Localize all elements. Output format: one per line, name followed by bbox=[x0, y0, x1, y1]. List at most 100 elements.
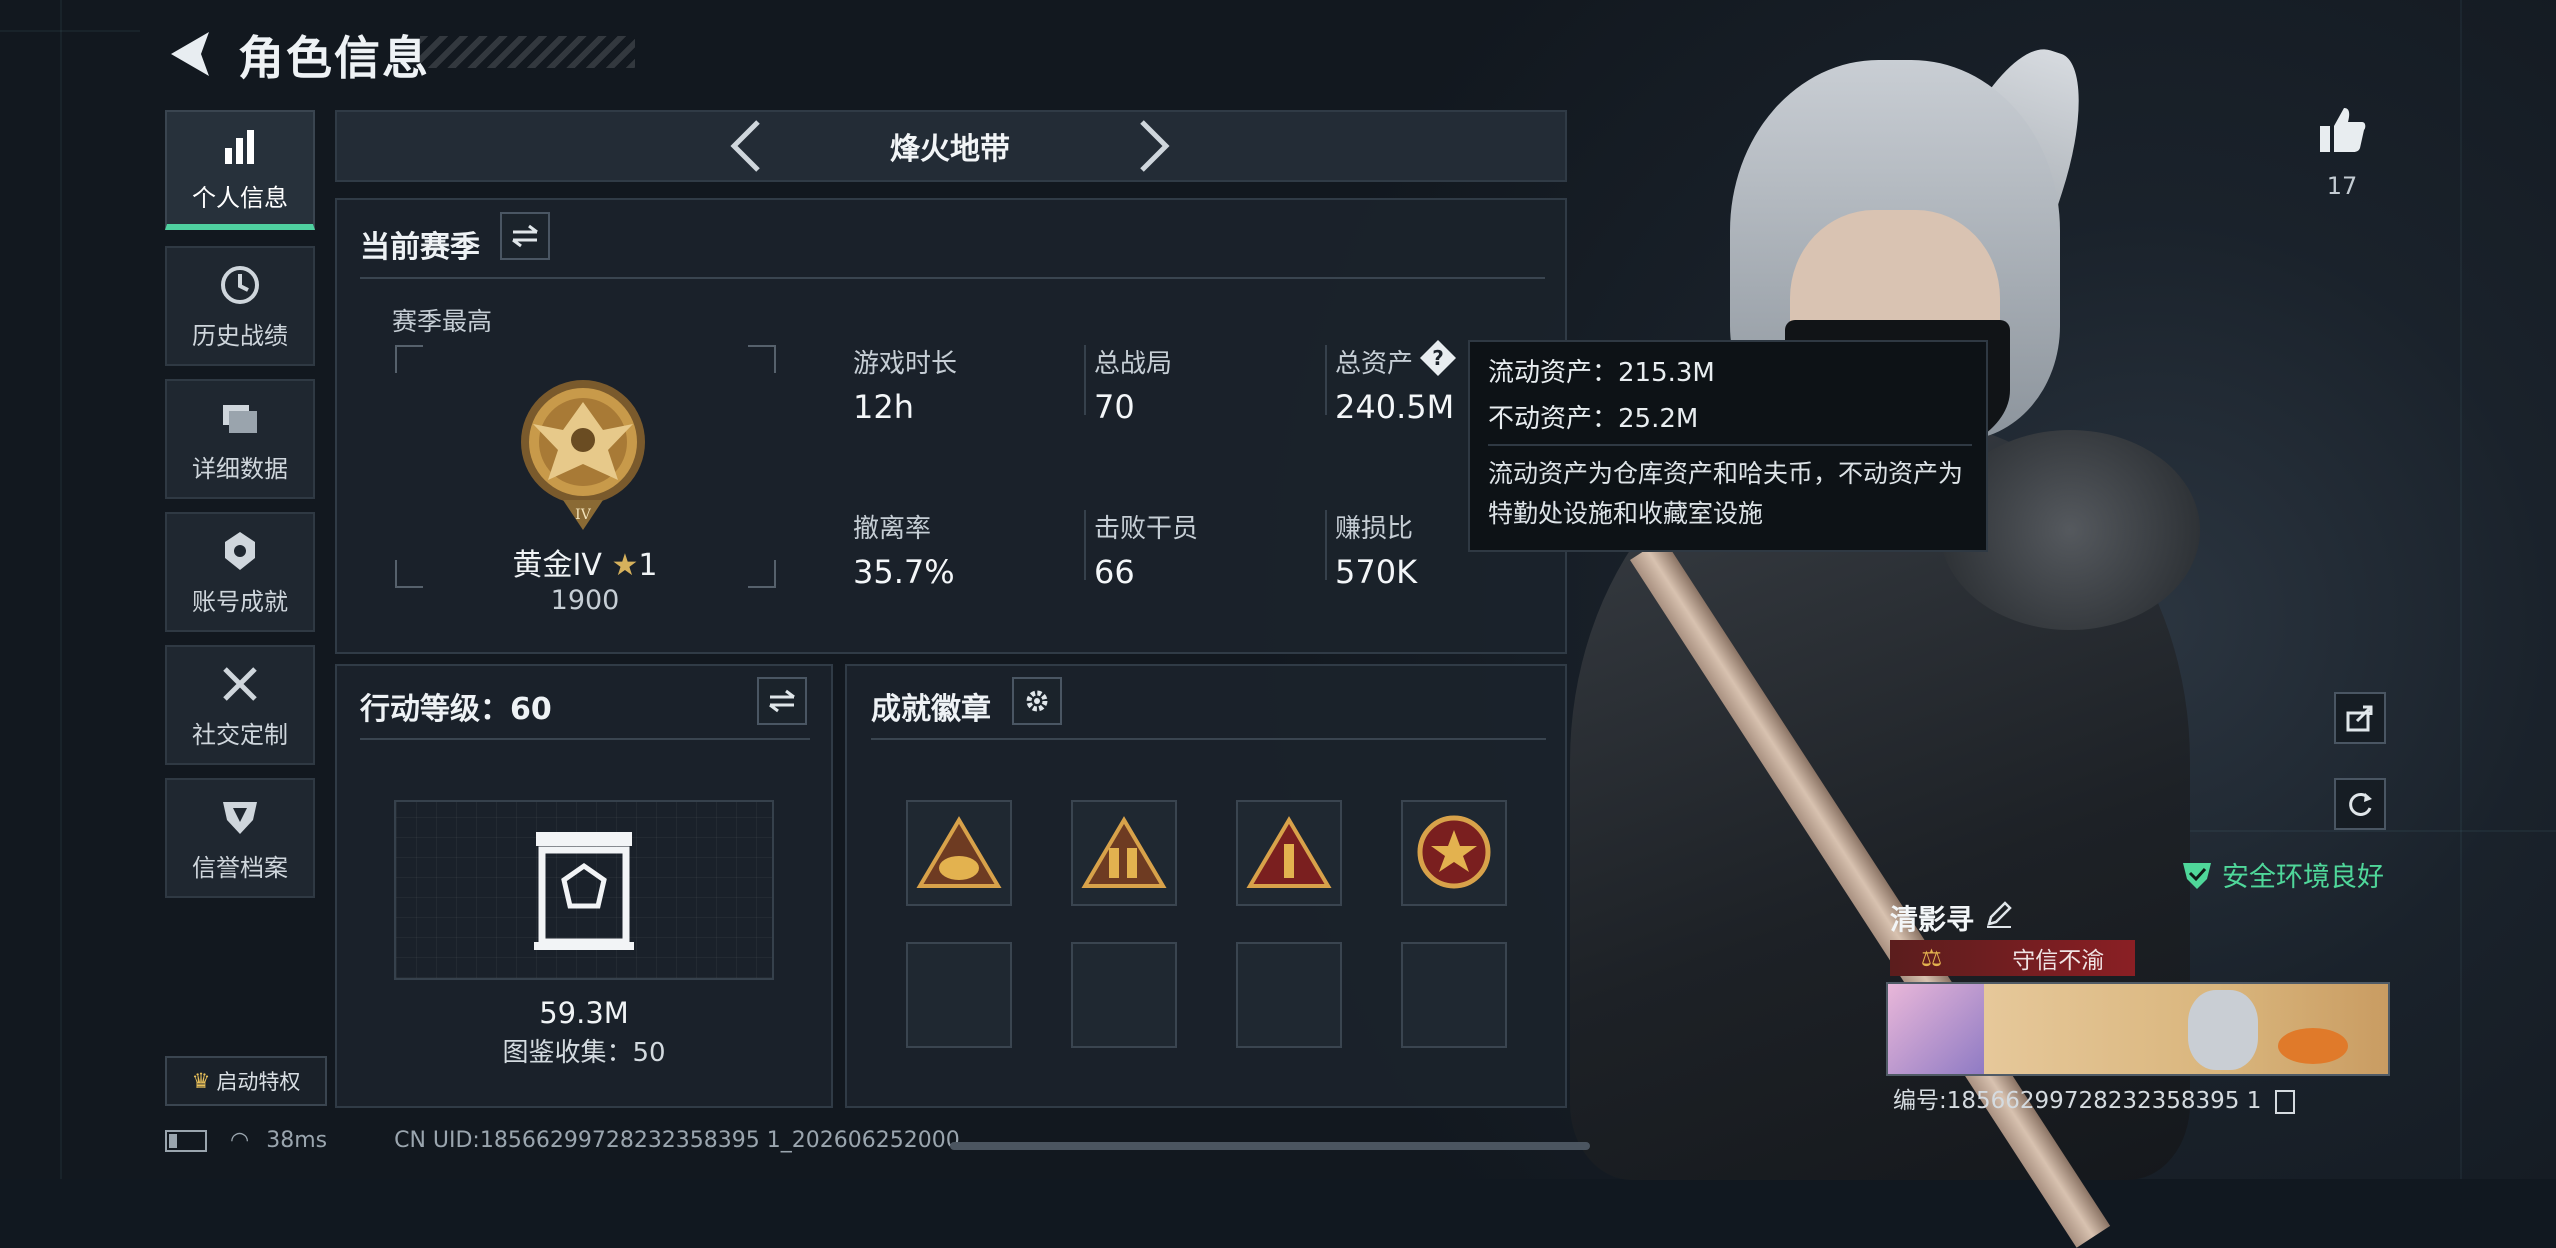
badge-slot[interactable] bbox=[906, 800, 1012, 906]
title-decoration bbox=[420, 36, 635, 68]
tooltip-note: 流动资产为仓库资产和哈夫币，不动资产为特勤处设施和收藏室设施 bbox=[1488, 459, 1964, 528]
gear-icon bbox=[1026, 690, 1048, 712]
mode-label: 烽火地带 bbox=[890, 132, 1010, 167]
collection-value: 59.3M bbox=[539, 996, 629, 1030]
frame-corner bbox=[748, 345, 776, 373]
sidebar-item-label: 账号成就 bbox=[192, 587, 288, 616]
action-level-title: 行动等级：60 bbox=[360, 692, 552, 727]
badges-settings-button[interactable] bbox=[1012, 677, 1062, 725]
section-divider bbox=[871, 738, 1546, 740]
horizontal-scrollbar[interactable] bbox=[950, 1142, 1590, 1150]
player-title-tag: ⚖ 守信不渝 bbox=[1890, 940, 2135, 976]
stat-separator bbox=[1084, 510, 1086, 580]
season-title: 当前赛季 bbox=[360, 230, 480, 265]
rank-emblem-icon: IV bbox=[521, 380, 645, 530]
badge-slot-empty[interactable] bbox=[1236, 942, 1342, 1048]
badge-slot-empty[interactable] bbox=[1071, 942, 1177, 1048]
stat-value: 570K bbox=[1335, 553, 1418, 591]
player-banner[interactable] bbox=[1886, 982, 2390, 1076]
trophy-icon bbox=[225, 531, 255, 570]
bar-chart-icon bbox=[225, 129, 254, 164]
badge-slot[interactable] bbox=[1071, 800, 1177, 906]
ping-value: 38ms bbox=[266, 1128, 328, 1153]
history-clock-icon bbox=[221, 265, 259, 304]
stat-label: 游戏时长 bbox=[853, 349, 958, 379]
edit-pencil-icon[interactable] bbox=[1985, 900, 2013, 928]
safe-status-label: 安全环境良好 bbox=[2222, 862, 2384, 893]
section-divider bbox=[360, 738, 810, 740]
tooltip-liquid-assets: 流动资产：215.3M bbox=[1488, 358, 1715, 388]
badge-slot-empty[interactable] bbox=[906, 942, 1012, 1048]
player-id: 编号:18566299728232358395 1 bbox=[1893, 1088, 2262, 1114]
stat-label: 撤离率 bbox=[853, 514, 932, 544]
help-button[interactable]: ? bbox=[1418, 338, 1458, 378]
sidebar-item-social[interactable]: 社交定制 bbox=[165, 645, 315, 765]
badge-star-medal-icon bbox=[1417, 815, 1491, 889]
stat-separator bbox=[1325, 345, 1327, 415]
thumbs-up-icon[interactable] bbox=[2316, 104, 2368, 156]
stat-separator bbox=[1084, 345, 1086, 415]
badge-helmet-icon bbox=[916, 816, 1002, 888]
sidebar-item-history[interactable]: 历史战绩 bbox=[165, 246, 315, 366]
copy-icon[interactable] bbox=[2274, 1089, 2295, 1114]
crown-icon: ♛ bbox=[191, 1069, 211, 1093]
bg-grid-line bbox=[0, 30, 140, 32]
stat-value: 35.7% bbox=[853, 553, 955, 591]
sidebar-item-label: 历史战绩 bbox=[192, 321, 288, 350]
assets-tooltip: 流动资产：215.3M 不动资产：25.2M 流动资产为仓库资产和哈夫币，不动资… bbox=[1468, 340, 1988, 552]
stat-value: 240.5M bbox=[1335, 388, 1455, 426]
next-mode-arrow-icon[interactable] bbox=[1136, 118, 1172, 174]
player-id-row: 编号:18566299728232358395 1 bbox=[1893, 1081, 2295, 1115]
badge-slot[interactable] bbox=[1236, 800, 1342, 906]
swap-icon bbox=[769, 689, 795, 713]
sidebar-item-achievements[interactable]: 账号成就 bbox=[165, 512, 315, 632]
season-best-label: 赛季最高 bbox=[392, 307, 493, 336]
sidebar-item-personal-info[interactable]: 个人信息 bbox=[165, 110, 315, 230]
page-title: 角色信息 bbox=[238, 31, 430, 85]
shield-check-icon bbox=[2183, 862, 2211, 889]
rank-numeral: IV bbox=[575, 507, 592, 523]
frame-corner bbox=[395, 345, 423, 373]
swap-icon bbox=[512, 224, 538, 248]
privilege-button[interactable]: ♛ 启动特权 bbox=[165, 1056, 327, 1106]
svg-text:?: ? bbox=[1432, 346, 1444, 370]
season-switch-button[interactable] bbox=[500, 212, 550, 260]
uid-text: CN UID:18566299728232358395 1_2026062520… bbox=[394, 1128, 960, 1153]
badge-slot[interactable] bbox=[1401, 800, 1507, 906]
sidebar-item-label: 社交定制 bbox=[192, 720, 288, 749]
banner-portrait-left bbox=[1888, 984, 1984, 1074]
back-arrow-icon[interactable] bbox=[165, 28, 215, 80]
badge-slot-empty[interactable] bbox=[1401, 942, 1507, 1048]
stat-value: 66 bbox=[1094, 553, 1135, 591]
share-button[interactable] bbox=[2334, 692, 2386, 744]
stat-label: 总战局 bbox=[1094, 349, 1173, 379]
star-icon: ★ bbox=[611, 548, 639, 583]
sidebar-item-credit[interactable]: 信誉档案 bbox=[165, 778, 315, 898]
frame-corner bbox=[395, 560, 423, 588]
like-count: 17 bbox=[2326, 172, 2358, 200]
prev-mode-arrow-icon[interactable] bbox=[728, 118, 764, 174]
section-divider bbox=[360, 277, 1545, 279]
wifi-icon: ◠ bbox=[230, 1128, 250, 1153]
rank-name: 黄金IV bbox=[512, 548, 602, 583]
sidebar-item-label: 详细数据 bbox=[192, 454, 288, 483]
safe-status: 安全环境良好 bbox=[2180, 855, 2384, 894]
stat-label: 赚损比 bbox=[1335, 514, 1414, 544]
collection-count: 图鉴收集：50 bbox=[502, 1038, 666, 1068]
sidebar-item-detailed-data[interactable]: 详细数据 bbox=[165, 379, 315, 499]
badge-soldiers-icon bbox=[1081, 816, 1167, 888]
tooltip-divider bbox=[1488, 444, 1972, 446]
badges-title: 成就徽章 bbox=[871, 692, 991, 727]
player-nickname: 清影寻 bbox=[1890, 903, 1975, 936]
stat-label: 击败干员 bbox=[1094, 514, 1199, 544]
shield-icon bbox=[223, 801, 257, 834]
banner-character bbox=[2188, 990, 2258, 1070]
privilege-label: 启动特权 bbox=[216, 1070, 301, 1094]
refresh-button[interactable] bbox=[2334, 778, 2386, 830]
action-level-switch-button[interactable] bbox=[757, 677, 807, 725]
badge-first-place-icon bbox=[1246, 816, 1332, 888]
bg-grid-line bbox=[2460, 0, 2462, 1179]
rank-name-row: 黄金IV ★1 bbox=[500, 540, 670, 584]
stat-value: 12h bbox=[853, 388, 914, 426]
battery-icon bbox=[165, 1130, 207, 1152]
